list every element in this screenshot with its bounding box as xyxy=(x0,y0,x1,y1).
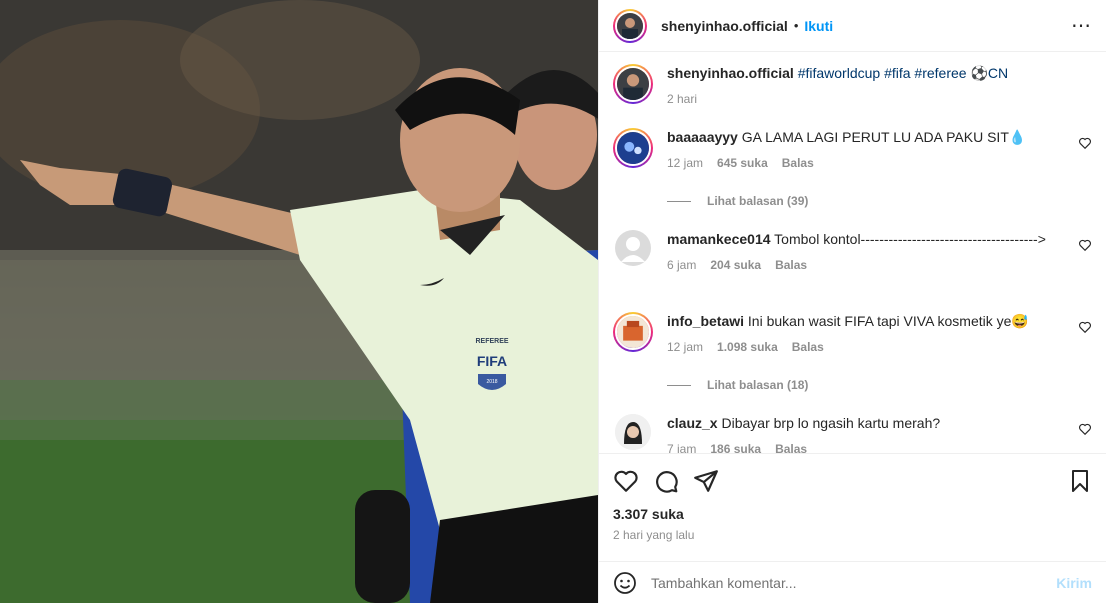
author-avatar[interactable] xyxy=(613,8,647,43)
comment-input[interactable] xyxy=(651,574,1057,591)
svg-text:REFEREE: REFEREE xyxy=(475,338,508,345)
like-comment-icon[interactable] xyxy=(1078,136,1092,150)
view-replies[interactable]: Lihat balasan (39) xyxy=(667,194,808,208)
comment-text: Tombol kontol---------------------------… xyxy=(774,231,1046,247)
comment-item: clauz_x Dibayar brp lo ngasih kartu mera… xyxy=(613,414,1092,453)
caption-username[interactable]: shenyinhao.official xyxy=(667,65,794,81)
like-comment-icon[interactable] xyxy=(1078,422,1092,436)
post-panel: shenyinhao.official • Ikuti ⋯ shenyinhao… xyxy=(598,0,1106,603)
like-icon[interactable] xyxy=(613,468,639,494)
post-timestamp: 2 hari yang lalu xyxy=(613,528,695,542)
reply-button[interactable]: Balas xyxy=(792,338,824,356)
reply-button[interactable]: Balas xyxy=(775,440,807,453)
comment-likes[interactable]: 645 suka xyxy=(717,154,768,172)
likes-count[interactable]: 3.307 suka xyxy=(613,506,1092,522)
caption-time: 2 hari xyxy=(667,92,698,106)
comment-time: 12 jam xyxy=(667,340,704,354)
comment-item: baaaaayyy GA LAMA LAGI PERUT LU ADA PAKU… xyxy=(613,128,1092,172)
comment-time: 7 jam xyxy=(667,442,697,453)
comment-item: mamankece014 Tombol kontol--------------… xyxy=(613,230,1092,274)
post-actions: 3.307 suka 2 hari yang lalu xyxy=(599,453,1106,542)
reply-button[interactable]: Balas xyxy=(782,154,814,172)
svg-text:FIFA: FIFA xyxy=(477,353,507,369)
commenter-avatar[interactable] xyxy=(613,128,653,168)
caption-row: shenyinhao.official #fifaworldcup #fifa … xyxy=(613,64,1092,108)
save-icon[interactable] xyxy=(1068,468,1092,494)
comment-likes[interactable]: 1.098 suka xyxy=(717,338,778,356)
send-comment-button[interactable]: Kirim xyxy=(1056,575,1092,591)
view-replies[interactable]: Lihat balasan (18) xyxy=(667,378,808,392)
comment-icon[interactable] xyxy=(653,468,679,494)
commenter-avatar[interactable] xyxy=(615,230,651,266)
like-comment-icon[interactable] xyxy=(1078,238,1092,252)
separator-dot: • xyxy=(793,18,799,33)
add-comment-bar: Kirim xyxy=(599,561,1106,603)
more-options-icon[interactable]: ⋯ xyxy=(1071,13,1092,38)
comment-text: Dibayar brp lo ngasih kartu merah? xyxy=(721,415,941,431)
commenter-avatar[interactable] xyxy=(615,414,651,450)
replies-divider xyxy=(667,200,691,202)
replies-divider xyxy=(667,384,691,386)
comment-text: Ini bukan wasit FIFA tapi VIVA kosmetik … xyxy=(747,313,1029,329)
caption-avatar[interactable] xyxy=(613,64,653,104)
follow-button[interactable]: Ikuti xyxy=(804,18,833,34)
comment-username[interactable]: info_betawi xyxy=(667,313,744,329)
comment-username[interactable]: clauz_x xyxy=(667,415,718,431)
comment-username[interactable]: mamankece014 xyxy=(667,231,771,247)
emoji-icon[interactable] xyxy=(613,571,637,595)
view-replies-label: Lihat balasan (18) xyxy=(707,378,809,392)
caption-hashtags[interactable]: #fifaworldcup #fifa #referee ⚽CN xyxy=(798,65,1008,81)
post-header: shenyinhao.official • Ikuti ⋯ xyxy=(599,0,1106,52)
author-username[interactable]: shenyinhao.official xyxy=(661,18,788,34)
post-image[interactable]: REFEREE FIFA 2018 xyxy=(0,0,598,603)
comment-likes[interactable]: 204 suka xyxy=(710,256,761,274)
like-comment-icon[interactable] xyxy=(1078,320,1092,334)
comments-list[interactable]: shenyinhao.official #fifaworldcup #fifa … xyxy=(599,52,1106,453)
comment-time: 12 jam xyxy=(667,156,704,170)
svg-text:2018: 2018 xyxy=(486,379,497,385)
referee-photo: REFEREE FIFA 2018 xyxy=(0,0,598,603)
comment-likes[interactable]: 186 suka xyxy=(710,440,761,453)
commenter-avatar[interactable] xyxy=(613,312,653,352)
comment-time: 6 jam xyxy=(667,258,697,272)
reply-button[interactable]: Balas xyxy=(775,256,807,274)
view-replies-label: Lihat balasan (39) xyxy=(707,194,809,208)
comment-item: info_betawi Ini bukan wasit FIFA tapi VI… xyxy=(613,312,1092,356)
comment-text: GA LAMA LAGI PERUT LU ADA PAKU SIT💧 xyxy=(741,129,1027,145)
comment-username[interactable]: baaaaayyy xyxy=(667,129,738,145)
share-icon[interactable] xyxy=(693,468,719,494)
